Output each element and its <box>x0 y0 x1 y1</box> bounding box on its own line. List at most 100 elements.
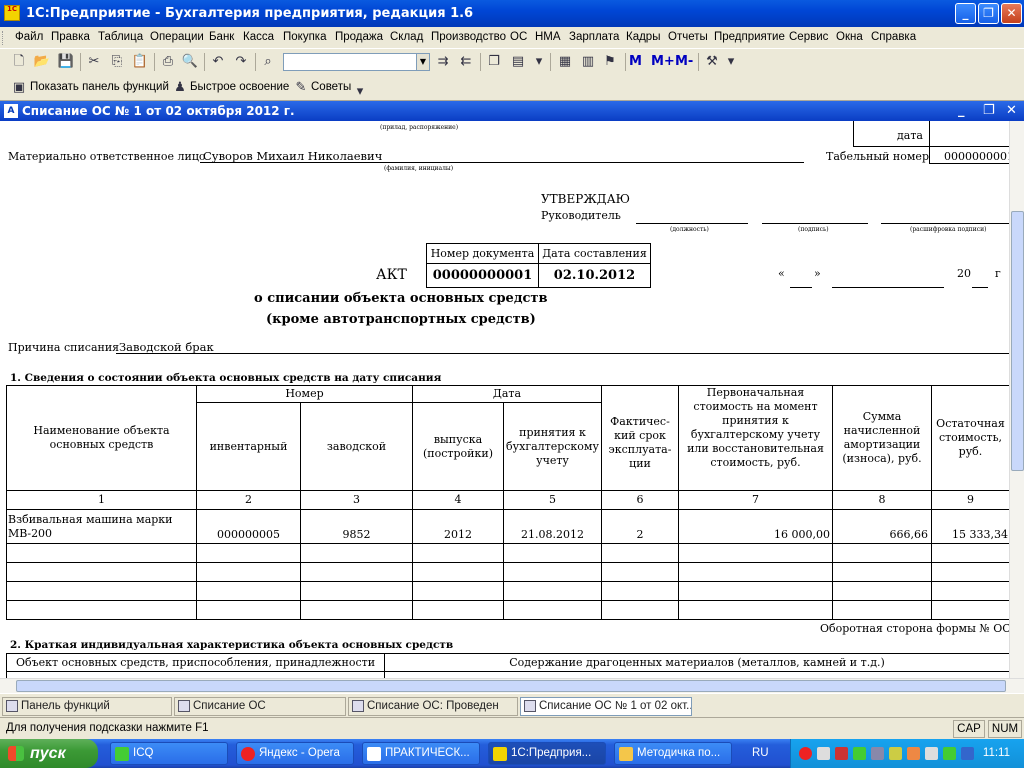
row-term[interactable]: 2 <box>602 526 678 543</box>
vertical-scrollbar[interactable] <box>1009 121 1024 678</box>
memory-minus-button[interactable]: M- <box>675 53 693 71</box>
menu-help[interactable]: Справка <box>871 31 916 43</box>
row-rest[interactable]: 15 333,34 <box>932 526 1009 543</box>
mol-value[interactable]: Суворов Михаил Николаевич <box>203 149 382 163</box>
icq-tray-icon[interactable] <box>853 747 866 760</box>
cut-icon[interactable]: ✂ <box>85 53 103 71</box>
row-fact[interactable]: 9852 <box>301 526 412 543</box>
quick-start-button[interactable]: Быстрое освоение <box>190 81 289 93</box>
panel-icon: ▣ <box>12 80 26 95</box>
1c-icon[interactable]: ▤ <box>509 53 527 71</box>
menu-file[interactable]: Файл <box>15 31 43 43</box>
antivirus-icon[interactable] <box>835 747 848 760</box>
save-icon[interactable]: 💾 <box>57 53 75 71</box>
tab-write-off-doc[interactable]: Списание ОС № 1 от 02 окт... <box>520 697 692 716</box>
new-icon[interactable]: 🗋 <box>10 53 28 71</box>
tab-function-panel[interactable]: Панель функций <box>2 697 172 716</box>
start-button[interactable]: пуск <box>0 739 98 768</box>
chevron-down-icon[interactable]: ▼ <box>416 54 429 70</box>
network-icon[interactable] <box>817 747 830 760</box>
menu-table[interactable]: Таблица <box>98 31 143 43</box>
menu-nma[interactable]: НМА <box>535 31 561 43</box>
dropdown-arrow-icon[interactable]: ▾ <box>722 53 740 71</box>
help-icon[interactable]: ⚑ <box>601 53 619 71</box>
tray-icon[interactable] <box>889 747 902 760</box>
tab-number-label: Табельный номер <box>826 150 929 163</box>
preview-icon[interactable]: 🔍 <box>181 53 199 71</box>
menu-purchase[interactable]: Покупка <box>283 31 326 43</box>
dropdown-arrow-icon[interactable]: ▾ <box>351 83 369 101</box>
menu-warehouse[interactable]: Склад <box>390 31 423 43</box>
horizontal-scrollbar[interactable] <box>0 678 1024 693</box>
reason-value[interactable]: Заводской брак <box>119 340 214 354</box>
menu-edit[interactable]: Правка <box>51 31 90 43</box>
calendar-icon[interactable]: ▥ <box>579 53 597 71</box>
row-release[interactable]: 2012 <box>413 526 503 543</box>
menu-sale[interactable]: Продажа <box>335 31 383 43</box>
scroll-thumb[interactable] <box>1011 211 1024 471</box>
row-initial[interactable]: 16 000,00 <box>679 526 830 543</box>
menu-cash[interactable]: Касса <box>243 31 274 43</box>
task-folder[interactable]: Методичка по... <box>614 742 732 765</box>
menu-windows[interactable]: Окна <box>836 31 863 43</box>
open-icon[interactable]: 📂 <box>33 53 51 71</box>
doc-date-value[interactable]: 02.10.2012 <box>539 264 650 287</box>
document-icon <box>178 700 190 712</box>
tools-icon[interactable]: ⚒ <box>703 53 721 71</box>
doc-restore-button[interactable]: ❐ <box>983 103 995 118</box>
task-1c[interactable]: 1С:Предприя... <box>488 742 606 765</box>
copy-icon[interactable]: ⎘ <box>108 53 126 71</box>
menu-bank[interactable]: Банк <box>209 31 234 43</box>
menu-production[interactable]: Производство <box>431 31 506 43</box>
task-opera[interactable]: Яндекс - Opera <box>236 742 354 765</box>
print-icon[interactable]: ⎙ <box>159 53 177 71</box>
menu-service[interactable]: Сервис <box>789 31 828 43</box>
tray-icon[interactable] <box>961 747 974 760</box>
row-name[interactable]: Взбивальная машина марки МВ-200 <box>8 511 196 543</box>
tab-write-off-posted[interactable]: Списание ОС: Проведен <box>348 697 518 716</box>
language-indicator[interactable]: RU <box>752 747 769 759</box>
menu-bar: Файл Правка Таблица Операции Банк Касса … <box>0 27 1024 49</box>
clock[interactable]: 11:11 <box>983 747 1010 759</box>
windows-icon[interactable]: ❐ <box>485 53 503 71</box>
volume-icon[interactable] <box>925 747 938 760</box>
menu-operations[interactable]: Операции <box>150 31 204 43</box>
doc-close-button[interactable]: ✕ <box>1006 103 1017 118</box>
row-amort[interactable]: 666,66 <box>833 526 929 543</box>
tab-number-value[interactable]: 0000000001 <box>944 150 1009 163</box>
memory-button[interactable]: M <box>629 53 642 71</box>
search-combo[interactable]: ▼ <box>283 53 430 71</box>
tray-icon[interactable] <box>943 747 956 760</box>
tab-write-off-os[interactable]: Списание ОС <box>174 697 346 716</box>
close-button[interactable]: ✕ <box>1001 3 1022 24</box>
position-caption: (должность) <box>670 226 709 233</box>
tips-button[interactable]: Советы <box>311 81 351 93</box>
show-panel-button[interactable]: Показать панель функций <box>30 81 169 93</box>
menu-enterprise[interactable]: Предприятие <box>714 31 785 43</box>
menu-reports[interactable]: Отчеты <box>668 31 708 43</box>
row-accept[interactable]: 21.08.2012 <box>504 526 601 543</box>
find-next-icon[interactable]: ⇉ <box>434 53 452 71</box>
menu-os[interactable]: ОС <box>510 31 527 43</box>
undo-icon[interactable]: ↶ <box>209 53 227 71</box>
menu-salary[interactable]: Зарплата <box>569 31 619 43</box>
maximize-button[interactable]: ❐ <box>978 3 999 24</box>
memory-plus-button[interactable]: M+ <box>651 53 675 71</box>
minimize-button[interactable]: _ <box>955 3 976 24</box>
task-icq[interactable]: ICQ <box>110 742 228 765</box>
redo-icon[interactable]: ↷ <box>232 53 250 71</box>
doc-minimize-button[interactable]: _ <box>958 103 965 118</box>
tray-icon[interactable] <box>907 747 920 760</box>
calculator-icon[interactable]: ▦ <box>556 53 574 71</box>
paste-icon[interactable]: 📋 <box>131 53 149 71</box>
tray-icon[interactable] <box>871 747 884 760</box>
opera-tray-icon[interactable] <box>799 747 812 760</box>
task-word[interactable]: ПРАКТИЧЕСК... <box>362 742 480 765</box>
doc-number-value[interactable]: 00000000001 <box>427 264 538 287</box>
scroll-thumb[interactable] <box>16 680 1006 692</box>
menu-staff[interactable]: Кадры <box>626 31 660 43</box>
find-prev-icon[interactable]: ⇇ <box>457 53 475 71</box>
find-icon[interactable]: ⌕ <box>259 53 277 71</box>
dropdown-arrow-icon[interactable]: ▾ <box>530 53 548 71</box>
row-inv[interactable]: 000000005 <box>197 526 300 543</box>
